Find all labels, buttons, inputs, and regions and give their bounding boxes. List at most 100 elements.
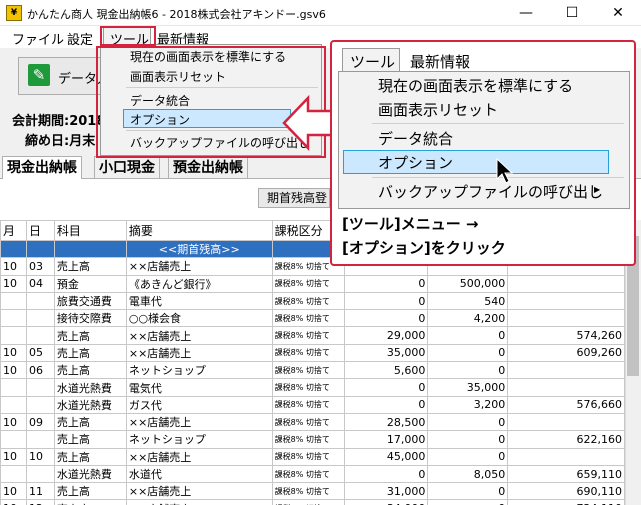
cell-account[interactable] [53, 239, 127, 259]
cell-month[interactable] [0, 326, 27, 345]
table-row[interactable]: 売上高 ××店舗売上 課税8% 切捨て 29,000 0 574,260 [0, 326, 625, 345]
cell-month[interactable] [0, 464, 27, 484]
cell-day[interactable] [25, 309, 55, 328]
cell-month[interactable]: 10 [0, 499, 27, 505]
cell-day[interactable]: 05 [25, 343, 55, 363]
cell-balance[interactable] [507, 274, 625, 293]
cell-account[interactable]: 売上高 [53, 499, 127, 505]
cell-description[interactable]: ××店舗売上 [125, 499, 273, 505]
cell-month[interactable] [0, 309, 27, 328]
cell-account[interactable]: 接待交際費 [53, 309, 127, 328]
cell-balance[interactable] [507, 309, 625, 328]
cell-account[interactable]: 売上高 [53, 343, 127, 363]
cell-income[interactable]: 45,000 [343, 447, 429, 466]
cell-day[interactable] [25, 378, 55, 397]
table-row[interactable]: 水道光熱費 ガス代 課税8% 切捨て 0 3,200 576,660 [0, 395, 625, 414]
cell-account[interactable]: 水道光熱費 [53, 395, 127, 414]
cell-balance[interactable]: 724,110 [507, 499, 625, 505]
close-icon[interactable]: ✕ [595, 0, 641, 26]
cell-account[interactable]: 売上高 [53, 257, 127, 276]
cell-balance[interactable] [507, 291, 625, 311]
cell-description[interactable]: 電車代 [125, 291, 273, 311]
cell-description[interactable]: ネットショップ [125, 430, 273, 449]
cell-description[interactable]: 《あきんど銀行》 [125, 274, 273, 293]
cell-balance[interactable]: 574,260 [507, 326, 625, 345]
cell-description[interactable]: ○○様会食 [125, 309, 273, 328]
cell-day[interactable] [25, 326, 55, 345]
table-row[interactable]: 1012売上高××店舗売上課税8% 切捨て34,0000724,110 [0, 499, 625, 505]
table-row[interactable]: 売上高 ネットショップ 課税8% 切捨て 17,000 0 622,160 [0, 430, 625, 449]
cell-expense[interactable]: 8,050 [427, 464, 509, 484]
cell-tax[interactable]: 課税8% 切捨て [271, 309, 345, 328]
cell-tax[interactable]: 課税8% 切捨て [271, 326, 345, 345]
cell-day[interactable]: 12 [25, 499, 55, 505]
cell-day[interactable] [25, 239, 55, 259]
cell-month[interactable]: 10 [0, 361, 27, 380]
cell-expense[interactable]: 0 [427, 412, 509, 432]
menu-settings[interactable]: 設定 [67, 29, 93, 48]
cell-account[interactable]: 売上高 [53, 412, 127, 432]
cell-description[interactable]: ××店舗売上 [125, 343, 273, 363]
minimize-icon[interactable]: — [503, 0, 549, 26]
opening-balance-button[interactable]: 期首残高登 [258, 188, 330, 208]
cell-expense[interactable]: 500,000 [427, 274, 509, 293]
cell-description[interactable]: ××店舗売上 [125, 447, 273, 466]
cell-expense[interactable]: 35,000 [427, 378, 509, 397]
cell-day[interactable]: 06 [25, 361, 55, 380]
cell-expense[interactable]: 0 [427, 430, 509, 449]
cell-income[interactable]: 28,500 [343, 412, 429, 432]
cell-description[interactable]: ××店舗売上 [125, 326, 273, 345]
cell-account[interactable]: 水道光熱費 [53, 464, 127, 484]
cell-tax[interactable]: 課税8% 切捨て [271, 395, 345, 414]
cell-day[interactable]: 10 [25, 447, 55, 466]
cell-day[interactable] [25, 291, 55, 311]
cell-expense[interactable]: 0 [427, 361, 509, 380]
cell-description[interactable]: 電気代 [125, 378, 273, 397]
cell-expense[interactable]: 0 [427, 343, 509, 363]
cell-month[interactable] [0, 430, 27, 449]
cell-tax[interactable]: 課税8% 切捨て [271, 482, 345, 501]
cell-income[interactable]: 0 [343, 274, 429, 293]
cell-balance[interactable]: 576,660 [507, 395, 625, 414]
cell-tax[interactable]: 課税8% 切捨て [271, 361, 345, 380]
cell-tax[interactable]: 課税8% 切捨て [271, 412, 345, 432]
cell-income[interactable]: 0 [343, 464, 429, 484]
cell-month[interactable]: 10 [0, 257, 27, 276]
cell-income[interactable]: 34,000 [343, 499, 429, 505]
cell-income[interactable]: 5,600 [343, 361, 429, 380]
cell-day[interactable] [25, 430, 55, 449]
cell-account[interactable]: 売上高 [53, 447, 127, 466]
col-account[interactable]: 科目 [53, 220, 127, 241]
cell-balance[interactable]: 622,160 [507, 430, 625, 449]
cell-tax[interactable]: 課税8% 切捨て [271, 447, 345, 466]
cell-description[interactable]: 水道代 [125, 464, 273, 484]
cell-expense[interactable]: 0 [427, 326, 509, 345]
table-row[interactable]: 水道光熱費 電気代 課税8% 切捨て 0 35,000 [0, 378, 625, 397]
table-row[interactable]: 10 09 売上高 ××店舗売上 課税8% 切捨て 28,500 0 [0, 412, 625, 432]
cell-income[interactable]: 17,000 [343, 430, 429, 449]
cell-tax[interactable]: 課税8% 切捨て [271, 378, 345, 397]
table-row[interactable]: 10 11 売上高 ××店舗売上 課税8% 切捨て 31,000 0 690,110 [0, 482, 625, 501]
cell-account[interactable]: 売上高 [53, 361, 127, 380]
cell-month[interactable] [0, 378, 27, 397]
table-row[interactable]: 10 04 預金 《あきんど銀行》 課税8% 切捨て 0 500,000 [0, 274, 625, 293]
cell-income[interactable]: 0 [343, 395, 429, 414]
cell-tax[interactable]: 課税8% 切捨て [271, 291, 345, 311]
cell-expense[interactable]: 0 [427, 499, 509, 505]
cell-balance[interactable] [507, 378, 625, 397]
cell-description[interactable]: <<期首残高>> [125, 239, 273, 259]
cell-month[interactable]: 10 [0, 343, 27, 363]
table-row[interactable]: 接待交際費 ○○様会食 課税8% 切捨て 0 4,200 [0, 309, 625, 328]
cell-expense[interactable]: 0 [427, 447, 509, 466]
cell-day[interactable]: 04 [25, 274, 55, 293]
cell-income[interactable]: 0 [343, 378, 429, 397]
cell-balance[interactable] [507, 361, 625, 380]
cell-month[interactable]: 10 [0, 482, 27, 501]
table-row[interactable]: 旅費交通費 電車代 課税8% 切捨て 0 540 [0, 291, 625, 311]
cell-balance[interactable] [507, 447, 625, 466]
table-row[interactable]: 10 10 売上高 ××店舗売上 課税8% 切捨て 45,000 0 [0, 447, 625, 466]
cell-description[interactable]: ××店舗売上 [125, 412, 273, 432]
cell-income[interactable]: 0 [343, 291, 429, 311]
cell-description[interactable]: ××店舗売上 [125, 257, 273, 276]
cell-balance[interactable] [507, 412, 625, 432]
